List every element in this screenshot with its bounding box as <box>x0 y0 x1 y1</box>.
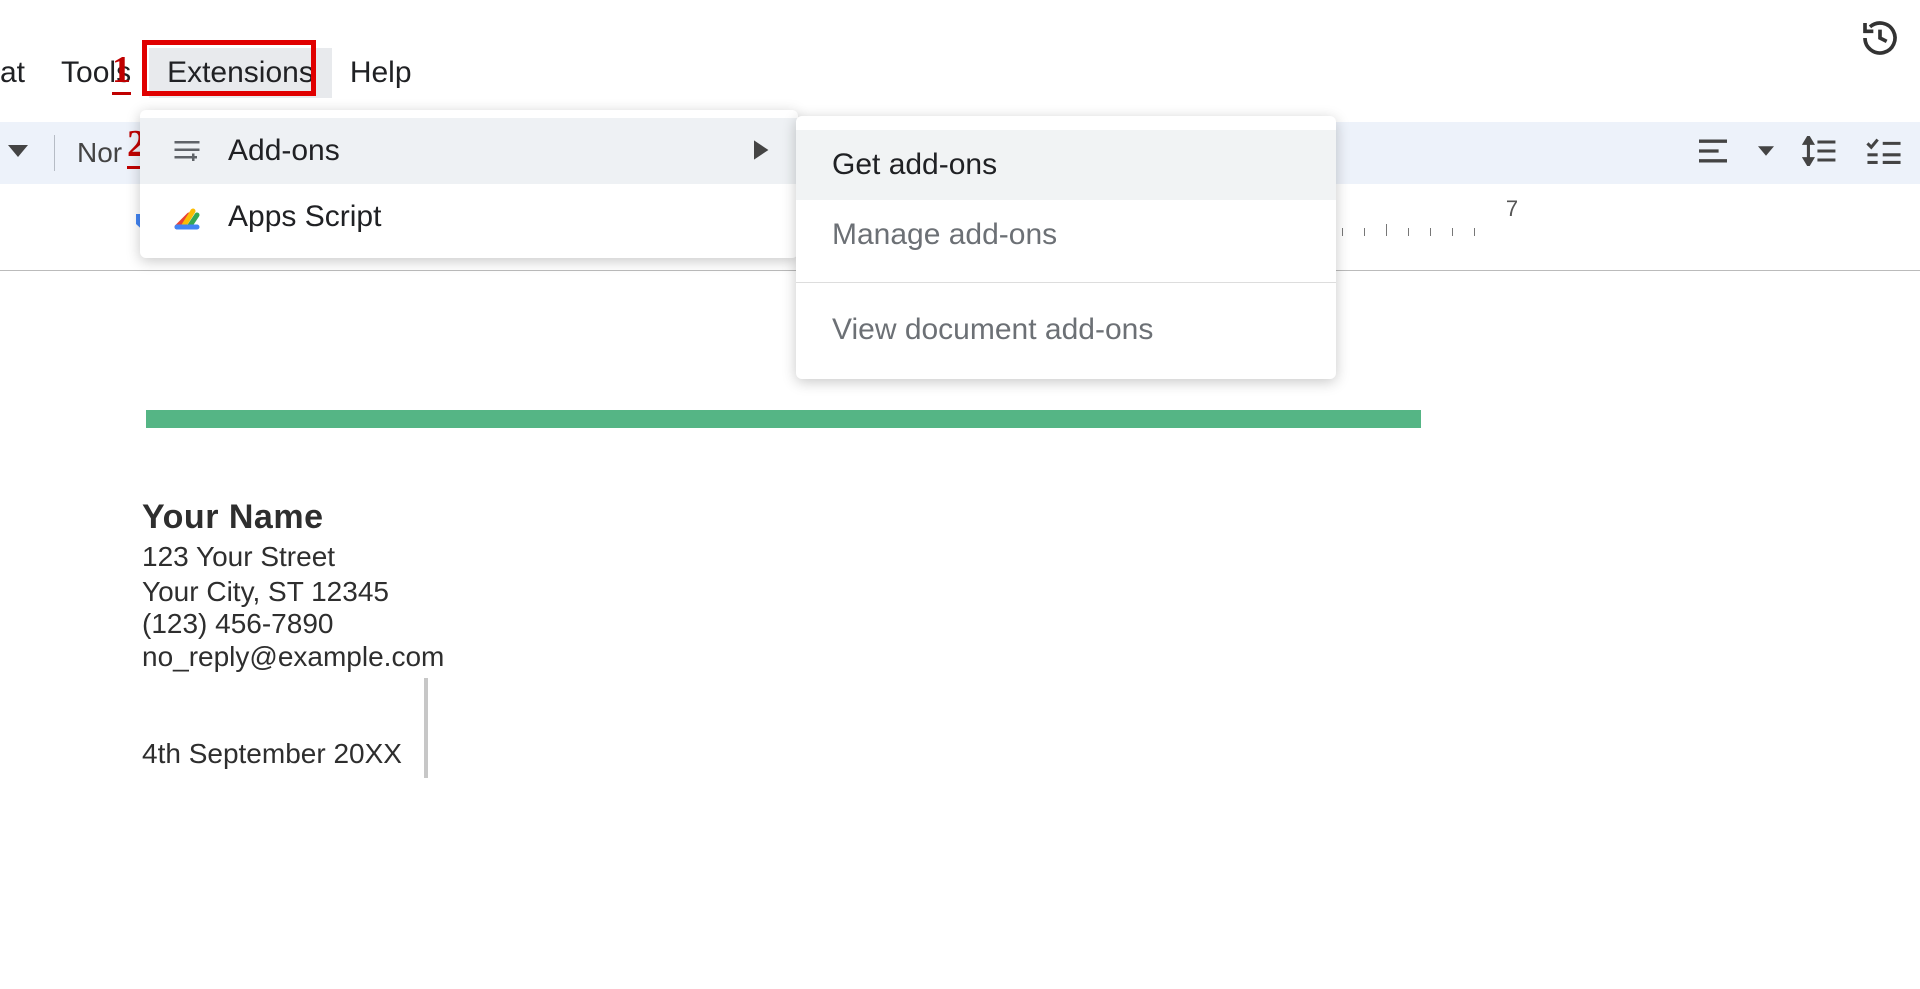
menubar: at Tools Extensions Help <box>0 45 430 100</box>
menu-item-addons-label: Add-ons <box>228 134 340 168</box>
annotation-1: 1 <box>112 48 131 95</box>
apps-script-icon <box>168 198 206 236</box>
doc-street[interactable]: 123 Your Street <box>142 541 335 573</box>
submenu-get-addons[interactable]: Get add-ons <box>796 130 1336 200</box>
menu-extensions[interactable]: Extensions <box>149 48 332 98</box>
menu-help[interactable]: Help <box>332 48 430 98</box>
menu-item-apps-script[interactable]: Apps Script <box>140 184 798 250</box>
align-icon[interactable] <box>1696 137 1730 170</box>
dropdown-arrow-icon[interactable] <box>1758 143 1774 164</box>
dropdown-arrow-icon[interactable] <box>8 141 28 166</box>
toolbar-divider <box>54 135 55 171</box>
submenu-arrow-icon <box>754 134 770 168</box>
doc-phone[interactable]: (123) 456-7890 <box>142 608 333 640</box>
checklist-icon[interactable] <box>1866 137 1902 170</box>
menu-format-partial[interactable]: at <box>0 48 43 98</box>
submenu-view-doc-addons[interactable]: View document add-ons <box>796 295 1336 365</box>
doc-city[interactable]: Your City, ST 12345 <box>142 576 389 608</box>
paragraph-style-selector[interactable]: Nor <box>77 137 122 169</box>
menu-item-addons[interactable]: Add-ons <box>140 118 798 184</box>
menu-tools[interactable]: Tools <box>43 48 149 98</box>
addons-icon <box>168 132 206 170</box>
submenu-divider <box>796 282 1336 283</box>
doc-your-name[interactable]: Your Name <box>142 498 323 537</box>
text-cursor <box>424 678 428 778</box>
extensions-dropdown: Add-ons Apps Script <box>140 110 798 258</box>
document-header-bar <box>146 410 1421 428</box>
menu-item-apps-script-label: Apps Script <box>228 200 381 234</box>
line-spacing-icon[interactable] <box>1802 136 1838 171</box>
submenu-manage-addons[interactable]: Manage add-ons <box>796 200 1336 270</box>
doc-date[interactable]: 4th September 20XX <box>142 738 402 770</box>
history-icon[interactable] <box>1860 18 1900 63</box>
doc-email[interactable]: no_reply@example.com <box>142 641 444 673</box>
addons-submenu: Get add-ons Manage add-ons View document… <box>796 116 1336 379</box>
ruler-number: 7 <box>1506 196 1518 222</box>
